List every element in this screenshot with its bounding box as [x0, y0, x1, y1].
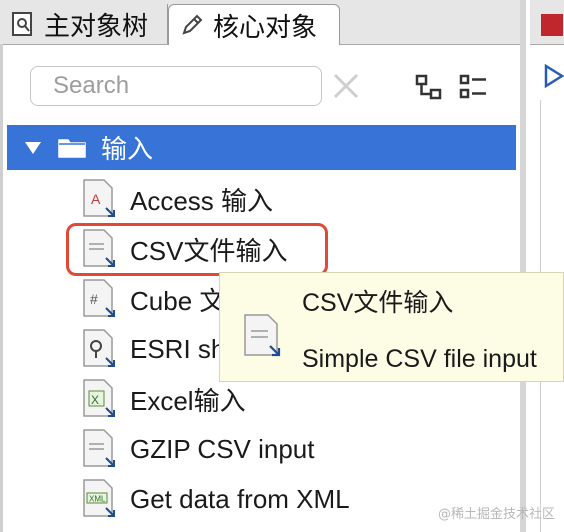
- gzip-file-icon: [83, 429, 115, 467]
- tab-bar: 主对象树 核心对象: [0, 0, 526, 45]
- tree-item-label: Access 输入: [130, 185, 274, 216]
- tree-item-label: Excel输入: [130, 385, 246, 416]
- expand-triangle-icon[interactable]: [23, 138, 43, 158]
- cube-file-icon: #: [83, 279, 115, 317]
- csv-file-icon: [244, 314, 281, 357]
- clear-search-icon[interactable]: [330, 70, 362, 102]
- tab-core-objects-label: 核心对象: [213, 12, 318, 43]
- tree-item-label: Cube 文: [130, 285, 226, 316]
- tree-item-esri-input[interactable]: ESRI sh: [80, 327, 225, 371]
- tree-item-gzip-csv-input[interactable]: GZIP CSV input: [80, 427, 315, 471]
- tree-item-xml-input[interactable]: XML Get data from XML: [80, 477, 350, 521]
- tree-node-input-category[interactable]: 输入: [7, 125, 516, 170]
- tree-item-excel-input[interactable]: X Excel输入: [80, 377, 246, 421]
- folder-icon: [58, 138, 86, 158]
- selection-highlight-box: [66, 223, 328, 276]
- esri-file-icon: [83, 329, 115, 367]
- transformation-icon[interactable]: [541, 14, 563, 36]
- run-icon[interactable]: [544, 64, 564, 88]
- tab-main-object-tree[interactable]: 主对象树: [0, 4, 168, 44]
- list-view-icon[interactable]: [458, 72, 488, 102]
- tooltip-title: CSV文件输入: [302, 289, 454, 317]
- tree-hierarchy-icon[interactable]: [414, 72, 444, 102]
- tree-item-label: ESRI sh: [130, 333, 226, 364]
- tree-search-icon: [12, 12, 32, 36]
- tree-item-label: Get data from XML: [130, 483, 350, 514]
- svg-text:XML: XML: [89, 495, 106, 504]
- access-file-icon: A: [83, 179, 115, 217]
- svg-text:#: #: [90, 291, 98, 307]
- tab-core-objects[interactable]: 核心对象: [168, 4, 340, 45]
- tooltip: CSV文件输入 Simple CSV file input: [219, 272, 564, 382]
- tab-main-object-tree-label: 主对象树: [44, 11, 149, 42]
- tree-item-label: GZIP CSV input: [130, 433, 315, 464]
- tree-node-label: 输入: [101, 135, 154, 165]
- left-border: [0, 44, 3, 532]
- tooltip-description: Simple CSV file input: [302, 345, 537, 373]
- svg-text:X: X: [91, 393, 99, 407]
- panel-splitter[interactable]: [520, 0, 526, 532]
- tree-item-access-input[interactable]: A Access 输入: [80, 177, 273, 221]
- search-input[interactable]: Search: [30, 66, 322, 106]
- core-objects-panel: 主对象树 核心对象 Search 输入 A Access 输入 CSV文件输入 …: [0, 0, 526, 532]
- tree-item-cube-input[interactable]: # Cube 文: [80, 277, 225, 321]
- xml-file-icon: XML: [83, 479, 115, 517]
- excel-file-icon: X: [83, 379, 115, 417]
- watermark: @稀土掘金技术社区: [438, 507, 556, 522]
- pencil-icon: [182, 14, 203, 35]
- svg-text:A: A: [91, 191, 101, 207]
